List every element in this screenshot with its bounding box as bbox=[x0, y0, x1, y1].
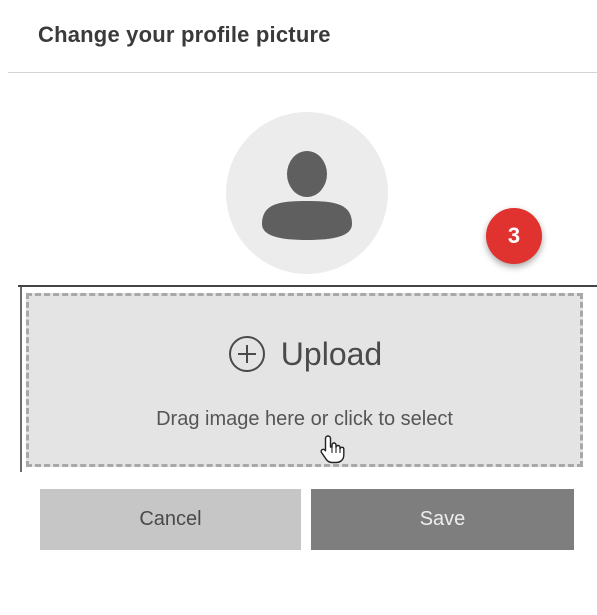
plus-circle-icon bbox=[228, 336, 265, 372]
step-number-badge: 3 bbox=[486, 208, 542, 264]
user-silhouette-icon bbox=[262, 151, 352, 240]
hand-pointer-icon bbox=[320, 435, 345, 464]
upload-dropzone[interactable]: Upload Drag image here or click to selec… bbox=[26, 293, 583, 467]
save-button[interactable]: Save bbox=[311, 489, 574, 550]
upload-row: Upload bbox=[29, 334, 580, 374]
avatar bbox=[226, 112, 388, 274]
dropzone-left-edge bbox=[20, 287, 22, 472]
upload-label: Upload bbox=[280, 335, 383, 372]
dropzone-top-edge bbox=[18, 285, 597, 287]
dialog-title: Change your profile picture bbox=[38, 22, 331, 47]
title-divider bbox=[8, 72, 597, 73]
cancel-button[interactable]: Cancel bbox=[40, 489, 301, 550]
upload-hint: Drag image here or click to select bbox=[156, 408, 453, 430]
